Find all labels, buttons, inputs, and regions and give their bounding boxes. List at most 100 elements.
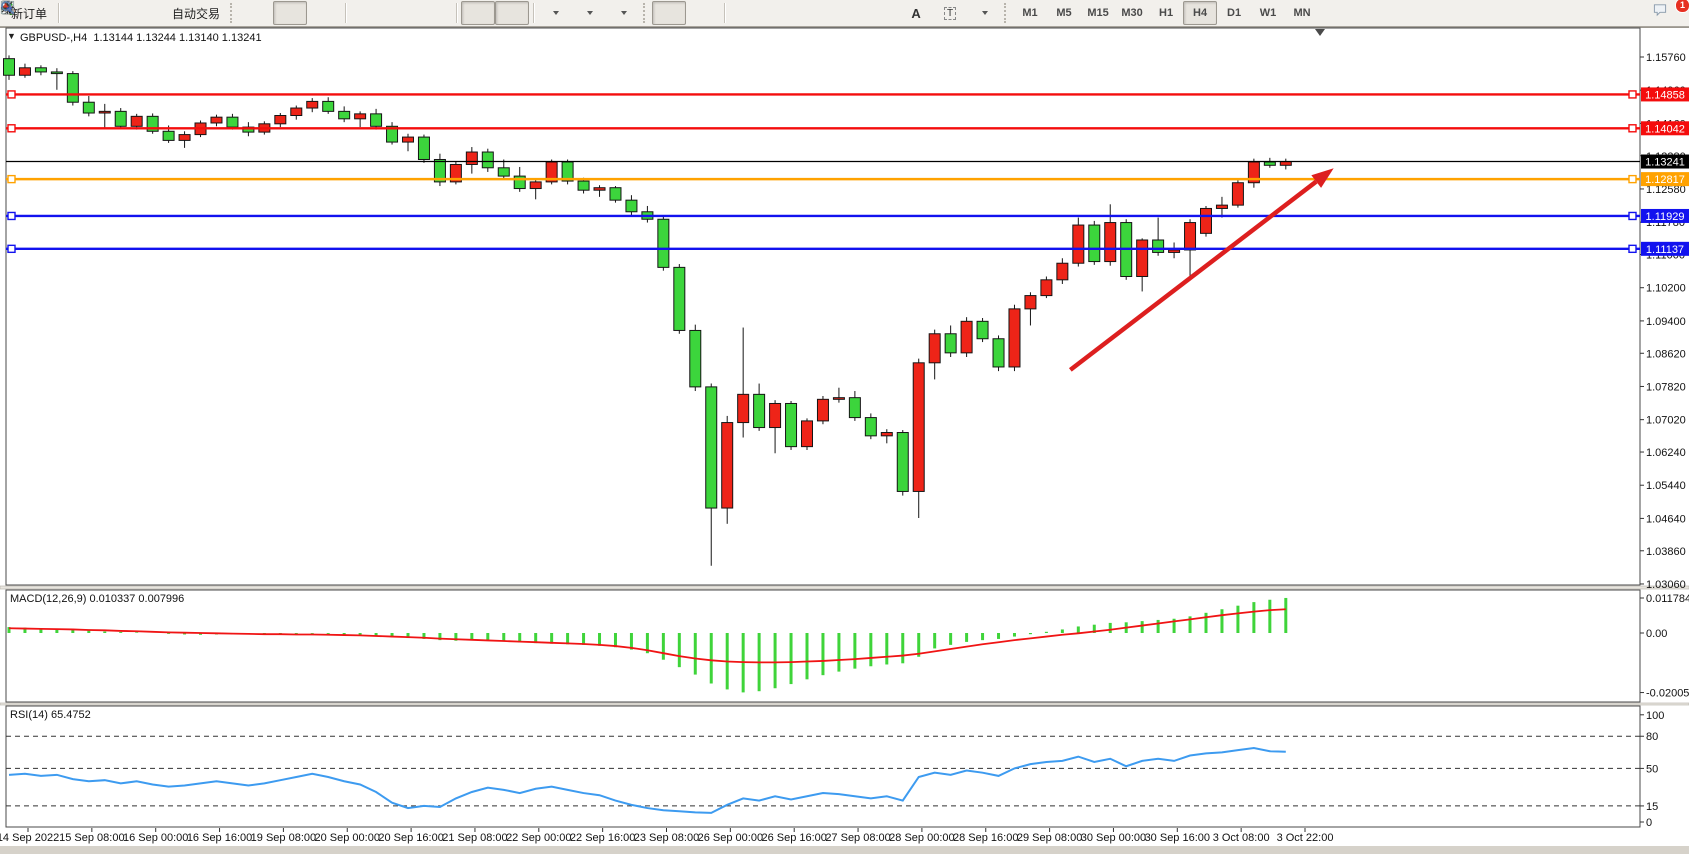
svg-text:30 Sep 16:00: 30 Sep 16:00 — [1145, 832, 1210, 844]
auto-trading-button[interactable]: 自动交易 — [165, 1, 227, 25]
toolbar-drag-handle[interactable] — [643, 3, 649, 23]
svg-text:21 Sep 08:00: 21 Sep 08:00 — [442, 832, 507, 844]
panel-splitter[interactable] — [0, 586, 1689, 589]
navigator-button[interactable] — [97, 1, 131, 25]
line-handle[interactable] — [8, 176, 15, 183]
timeframe-d1-button[interactable]: D1 — [1217, 1, 1251, 25]
svg-text:0.011784: 0.011784 — [1646, 593, 1689, 605]
text-button[interactable]: A — [899, 1, 933, 25]
toolbar-separator — [345, 3, 346, 23]
period-caret-icon — [587, 11, 593, 15]
rsi-indicator-label: RSI(14) 65.4752 — [10, 709, 91, 721]
svg-text:20 Sep 00:00: 20 Sep 00:00 — [315, 832, 380, 844]
svg-text:1.14858: 1.14858 — [1645, 89, 1685, 101]
line-handle[interactable] — [1629, 212, 1636, 219]
toolbar-drag-handle[interactable] — [230, 3, 236, 23]
text-label-button[interactable]: T — [933, 1, 967, 25]
svg-text:1.11137: 1.11137 — [1646, 244, 1684, 256]
tile-windows-button[interactable] — [418, 1, 452, 25]
search-button[interactable] — [1617, 1, 1651, 25]
svg-text:50: 50 — [1646, 763, 1658, 775]
zoom-out-button[interactable] — [384, 1, 418, 25]
svg-text:3 Oct 08:00: 3 Oct 08:00 — [1213, 832, 1270, 844]
svg-text:27 Sep 08:00: 27 Sep 08:00 — [825, 832, 890, 844]
line-handle[interactable] — [1629, 125, 1636, 132]
line-handle[interactable] — [1629, 245, 1636, 252]
vertical-line-button[interactable] — [729, 1, 763, 25]
search-icon — [0, 0, 15, 15]
svg-text:15: 15 — [1646, 801, 1658, 813]
panel-splitter[interactable] — [0, 703, 1689, 705]
timeframe-m5-button[interactable]: M5 — [1047, 1, 1081, 25]
svg-text:1.03860: 1.03860 — [1646, 546, 1686, 558]
svg-text:29 Sep 08:00: 29 Sep 08:00 — [1017, 832, 1082, 844]
timeframe-h1-button[interactable]: H1 — [1149, 1, 1183, 25]
line-handle[interactable] — [8, 212, 15, 219]
toolbar-separator — [724, 3, 725, 23]
chart-window-bg — [0, 27, 1689, 854]
candlestick-chart-button[interactable] — [273, 1, 307, 25]
bar-chart-button[interactable] — [239, 1, 273, 25]
signals-button[interactable] — [131, 1, 165, 25]
chat-button[interactable]: 1 — [1651, 1, 1685, 25]
svg-text:19 Sep 08:00: 19 Sep 08:00 — [251, 832, 316, 844]
svg-text:0: 0 — [1646, 817, 1652, 829]
chart-canvas[interactable]: 1.157601.149601.141601.133801.125801.117… — [0, 0, 1689, 854]
svg-text:1.12817: 1.12817 — [1645, 174, 1685, 186]
period-button[interactable] — [572, 1, 606, 25]
auto-trading-label: 自动交易 — [172, 5, 220, 22]
svg-text:1.06240: 1.06240 — [1646, 447, 1686, 459]
equidistant-channel-button[interactable]: E — [831, 1, 865, 25]
fibonacci-button[interactable]: F — [865, 1, 899, 25]
horizontal-line-button[interactable] — [763, 1, 797, 25]
auto-scroll-button[interactable] — [461, 1, 495, 25]
svg-text:16 Sep 16:00: 16 Sep 16:00 — [187, 832, 252, 844]
svg-text:20 Sep 16:00: 20 Sep 16:00 — [378, 832, 443, 844]
svg-text:14 Sep 2022: 14 Sep 2022 — [0, 832, 59, 844]
chart-shift-button[interactable] — [495, 1, 529, 25]
svg-text:15 Sep 08:00: 15 Sep 08:00 — [59, 832, 124, 844]
market-watch-button[interactable] — [63, 1, 97, 25]
line-handle[interactable] — [1629, 176, 1636, 183]
indicators-button[interactable] — [606, 1, 640, 25]
svg-text:-0.020054: -0.020054 — [1646, 688, 1689, 700]
timeframe-m15-button[interactable]: M15 — [1081, 1, 1115, 25]
svg-text:1.08620: 1.08620 — [1646, 348, 1686, 360]
svg-text:30 Sep 00:00: 30 Sep 00:00 — [1081, 832, 1146, 844]
cursor-button[interactable] — [652, 1, 686, 25]
chart-menu-marker-icon[interactable]: ▼ — [7, 31, 16, 41]
svg-text:26 Sep 16:00: 26 Sep 16:00 — [761, 832, 826, 844]
new-chart-button[interactable] — [538, 1, 572, 25]
new-order-label: 新订单 — [11, 5, 47, 22]
text-icon: A — [911, 6, 920, 21]
svg-text:1.15760: 1.15760 — [1646, 52, 1686, 64]
svg-text:16 Sep 00:00: 16 Sep 00:00 — [123, 832, 188, 844]
toolbar-separator — [533, 3, 534, 23]
chat-badge: 1 — [1675, 0, 1689, 13]
svg-text:1.07820: 1.07820 — [1646, 381, 1686, 393]
svg-text:1.04640: 1.04640 — [1646, 513, 1686, 525]
line-handle[interactable] — [8, 125, 15, 132]
toolbar-separator — [58, 3, 59, 23]
arrows-button[interactable] — [967, 1, 1001, 25]
timeframe-h4-button[interactable]: H4 — [1183, 1, 1217, 25]
toolbar-drag-handle[interactable] — [1004, 3, 1010, 23]
svg-text:100: 100 — [1646, 710, 1664, 722]
chat-icon — [1652, 2, 1668, 17]
zoom-in-button[interactable] — [350, 1, 384, 25]
line-chart-button[interactable] — [307, 1, 341, 25]
svg-text:3 Oct 22:00: 3 Oct 22:00 — [1277, 832, 1334, 844]
text-label-icon: T — [944, 7, 956, 20]
timeframe-m1-button[interactable]: M1 — [1013, 1, 1047, 25]
line-handle[interactable] — [8, 91, 15, 98]
line-handle[interactable] — [8, 245, 15, 252]
trendline-button[interactable] — [797, 1, 831, 25]
svg-text:28 Sep 00:00: 28 Sep 00:00 — [889, 832, 954, 844]
timeframe-m30-button[interactable]: M30 — [1115, 1, 1149, 25]
line-handle[interactable] — [1629, 91, 1636, 98]
svg-text:80: 80 — [1646, 731, 1658, 743]
timeframe-mn-button[interactable]: MN — [1285, 1, 1319, 25]
svg-text:1.05440: 1.05440 — [1646, 480, 1686, 492]
timeframe-w1-button[interactable]: W1 — [1251, 1, 1285, 25]
crosshair-button[interactable] — [686, 1, 720, 25]
